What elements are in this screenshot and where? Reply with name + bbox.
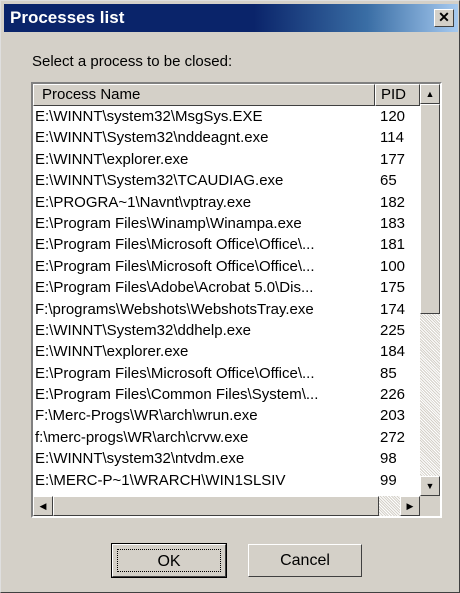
table-row[interactable]: E:\PROGRA~1\Navnt\vptray.exe 182 bbox=[33, 192, 420, 213]
vertical-scrollbar[interactable]: ▲ ▼ bbox=[420, 84, 440, 496]
close-icon: ✕ bbox=[438, 9, 450, 25]
pid-cell: 65 bbox=[380, 172, 397, 190]
ok-button[interactable]: OK bbox=[111, 543, 227, 578]
scroll-left-button[interactable]: ◀ bbox=[33, 496, 53, 516]
arrow-up-icon: ▲ bbox=[425, 89, 435, 99]
pid-cell: 175 bbox=[380, 279, 406, 297]
table-row[interactable]: E:\Program Files\Microsoft Office\Office… bbox=[33, 256, 420, 277]
cancel-button[interactable]: Cancel bbox=[248, 544, 362, 577]
table-row[interactable]: E:\WINNT\explorer.exe 177 bbox=[33, 149, 420, 170]
instruction-label: Select a process to be closed: bbox=[32, 53, 233, 70]
table-row[interactable]: f:\merc-progs\WR\arch\crvw.exe 272 bbox=[33, 427, 420, 448]
table-row[interactable]: E:\WINNT\System32\ddhelp.exe 225 bbox=[33, 320, 420, 341]
process-list[interactable]: Process Name PID E:\WINNT\system32\MsgSy… bbox=[31, 82, 442, 518]
table-row[interactable]: F:\Merc-Progs\WR\arch\wrun.exe 203 bbox=[33, 405, 420, 426]
pid-cell: 120 bbox=[380, 108, 406, 125]
table-row[interactable]: E:\Program Files\Winamp\Winampa.exe 183 bbox=[33, 213, 420, 234]
process-name-cell: E:\WINNT\explorer.exe bbox=[35, 150, 189, 168]
pid-cell: 183 bbox=[380, 214, 406, 232]
pid-cell: 100 bbox=[380, 257, 406, 275]
process-name-cell: E:\WINNT\System32\nddeagnt.exe bbox=[35, 129, 269, 147]
pid-cell: 226 bbox=[380, 386, 406, 404]
process-name-cell: E:\Program Files\Microsoft Office\Office… bbox=[35, 257, 315, 275]
table-row[interactable]: E:\Program Files\Microsoft Office\Office… bbox=[33, 363, 420, 384]
table-row[interactable]: E:\WINNT\system32\ntvdm.exe 98 bbox=[33, 448, 420, 469]
vertical-scroll-thumb[interactable] bbox=[420, 104, 440, 314]
pid-cell: 181 bbox=[380, 236, 406, 254]
table-row[interactable]: E:\WINNT\system32\MsgSys.EXE 120 bbox=[33, 106, 420, 127]
process-name-cell: E:\Program Files\Winamp\Winampa.exe bbox=[35, 214, 302, 232]
process-name-cell: E:\PROGRA~1\Navnt\vptray.exe bbox=[35, 193, 252, 211]
table-row[interactable]: E:\WINNT\explorer.exe 184 bbox=[33, 341, 420, 362]
title-bar[interactable]: Processes list ✕ bbox=[4, 4, 458, 32]
table-row[interactable]: F:\programs\Webshots\WebshotsTray.exe 174 bbox=[33, 299, 420, 320]
column-header-process-name[interactable]: Process Name bbox=[33, 84, 375, 106]
horizontal-scrollbar[interactable]: ◀ ▶ bbox=[33, 496, 420, 516]
process-name-cell: E:\WINNT\explorer.exe bbox=[35, 343, 189, 361]
process-name-cell: E:\WINNT\System32\ddhelp.exe bbox=[35, 321, 251, 339]
process-name-cell: f:\merc-progs\WR\arch\crvw.exe bbox=[35, 428, 249, 446]
process-name-cell: E:\WINNT\system32\MsgSys.EXE bbox=[35, 108, 263, 125]
pid-cell: 98 bbox=[380, 450, 397, 468]
pid-cell: 272 bbox=[380, 428, 406, 446]
process-name-cell: E:\Program Files\Adobe\Acrobat 5.0\Dis..… bbox=[35, 279, 314, 297]
table-row[interactable]: E:\Program Files\Microsoft Office\Office… bbox=[33, 234, 420, 255]
process-name-cell: E:\Program Files\Microsoft Office\Office… bbox=[35, 364, 315, 382]
pid-cell: 203 bbox=[380, 407, 406, 425]
process-name-cell: E:\MERC-P~1\WRARCH\WIN1SLSIV bbox=[35, 471, 286, 489]
table-row[interactable]: E:\MERC-P~1\WRARCH\WIN1SLSIV 99 bbox=[33, 470, 420, 491]
horizontal-scroll-thumb[interactable] bbox=[53, 496, 379, 516]
table-row[interactable]: E:\Program Files\Adobe\Acrobat 5.0\Dis..… bbox=[33, 277, 420, 298]
table-row[interactable]: E:\WINNT\System32\TCAUDIAG.exe 65 bbox=[33, 170, 420, 191]
pid-cell: 174 bbox=[380, 300, 406, 318]
pid-cell: 182 bbox=[380, 193, 406, 211]
process-name-cell: E:\WINNT\system32\ntvdm.exe bbox=[35, 450, 245, 468]
pid-cell: 184 bbox=[380, 343, 406, 361]
scrollbar-corner bbox=[420, 496, 440, 516]
ok-button-label: OK bbox=[117, 549, 221, 572]
process-name-cell: E:\WINNT\System32\TCAUDIAG.exe bbox=[35, 172, 284, 190]
processes-dialog: Processes list ✕ Select a process to be … bbox=[0, 0, 460, 593]
list-rows: E:\WINNT\system32\MsgSys.EXE 120 E:\WINNT\… bbox=[33, 106, 420, 491]
arrow-right-icon: ▶ bbox=[406, 501, 414, 511]
window-title: Processes list bbox=[10, 8, 125, 27]
pid-cell: 114 bbox=[380, 129, 404, 147]
pid-cell: 225 bbox=[380, 321, 406, 339]
table-row[interactable]: E:\WINNT\System32\nddeagnt.exe 114 bbox=[33, 127, 420, 148]
pid-cell: 177 bbox=[380, 150, 406, 168]
table-row[interactable]: E:\Program Files\Common Files\System\...… bbox=[33, 384, 420, 405]
arrow-down-icon: ▼ bbox=[425, 481, 435, 491]
process-name-cell: F:\programs\Webshots\WebshotsTray.exe bbox=[35, 300, 314, 318]
close-button[interactable]: ✕ bbox=[434, 9, 454, 27]
list-header: Process Name PID bbox=[33, 84, 420, 106]
process-name-cell: F:\Merc-Progs\WR\arch\wrun.exe bbox=[35, 407, 258, 425]
column-header-pid[interactable]: PID bbox=[375, 84, 420, 106]
process-name-cell: E:\Program Files\Microsoft Office\Office… bbox=[35, 236, 315, 254]
arrow-left-icon: ◀ bbox=[39, 501, 47, 511]
scroll-down-button[interactable]: ▼ bbox=[420, 476, 440, 496]
scroll-right-button[interactable]: ▶ bbox=[400, 496, 420, 516]
pid-cell: 85 bbox=[380, 364, 397, 382]
process-name-cell: E:\Program Files\Common Files\System\... bbox=[35, 386, 319, 404]
scroll-up-button[interactable]: ▲ bbox=[420, 84, 440, 104]
pid-cell: 99 bbox=[380, 471, 397, 489]
